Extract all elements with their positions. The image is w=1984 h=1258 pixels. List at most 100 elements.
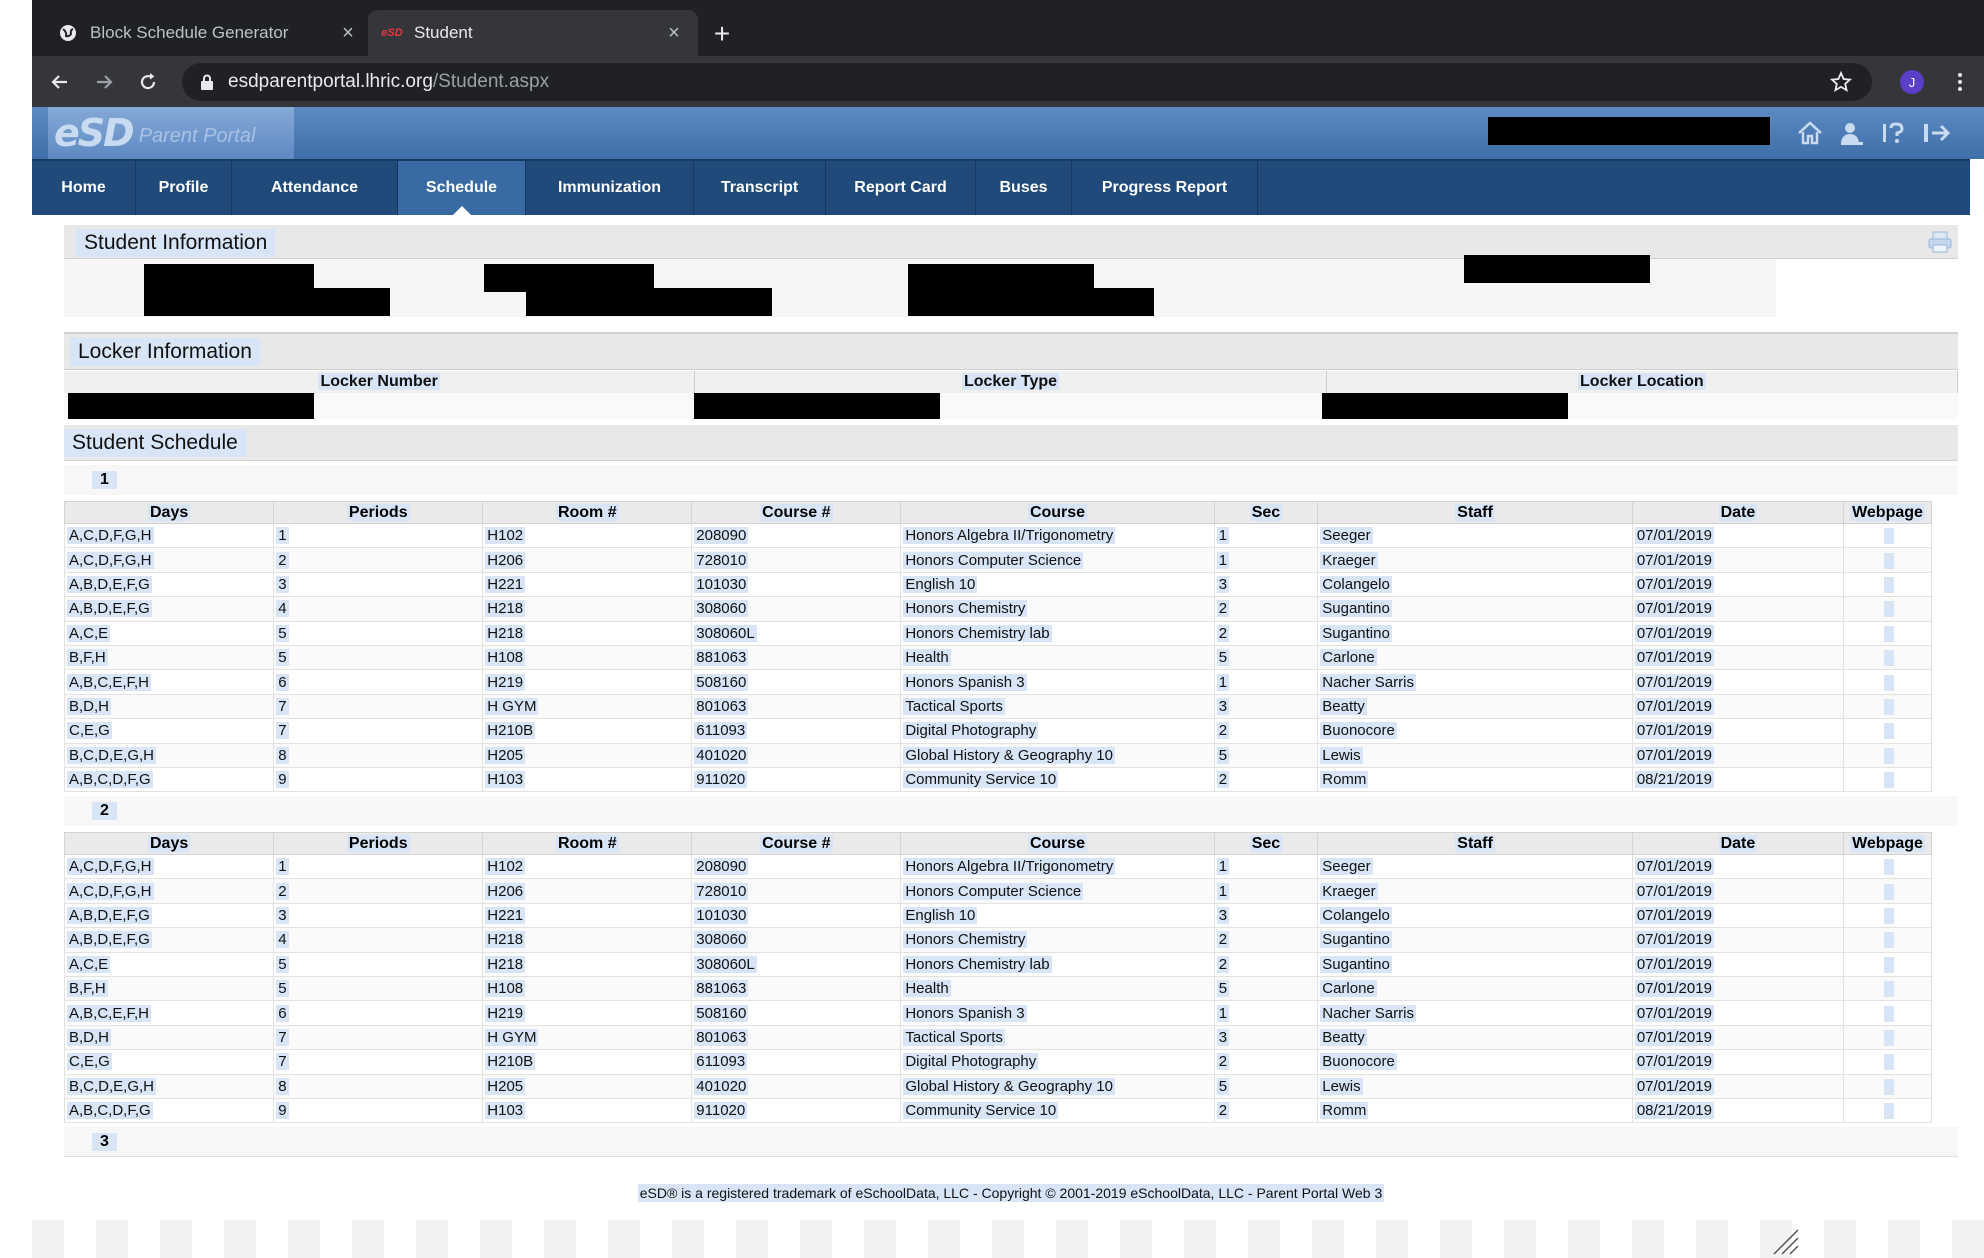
cell-webpage[interactable] bbox=[1843, 571, 1932, 598]
webpage-link-icon[interactable] bbox=[1883, 956, 1894, 973]
nav-buses[interactable]: Buses bbox=[976, 161, 1072, 215]
cell-days: A,C,D,F,G,H bbox=[63, 853, 275, 880]
cell-course: English 10 bbox=[900, 902, 1215, 929]
cell-staff: Buonocore bbox=[1317, 1049, 1633, 1075]
cell-section: 2 bbox=[1213, 766, 1319, 793]
webpage-link-icon[interactable] bbox=[1883, 932, 1894, 949]
column-header-staff: Staff bbox=[1317, 501, 1633, 524]
cell-date: 07/01/2019 bbox=[1631, 718, 1845, 744]
webpage-link-icon[interactable] bbox=[1883, 772, 1894, 789]
resize-grip-icon[interactable] bbox=[1770, 1228, 1800, 1256]
cell-periods: 9 bbox=[273, 1097, 484, 1124]
student-profile-icon[interactable] bbox=[1838, 119, 1866, 147]
cell-periods: 1 bbox=[273, 522, 484, 549]
nav-report-card[interactable]: Report Card bbox=[826, 161, 976, 215]
cell-webpage[interactable] bbox=[1843, 1024, 1932, 1051]
home-icon[interactable] bbox=[1796, 119, 1824, 147]
cell-webpage[interactable] bbox=[1843, 853, 1932, 880]
nav-transcript[interactable]: Transcript bbox=[694, 161, 826, 215]
cell-webpage[interactable] bbox=[1843, 927, 1932, 953]
cell-webpage[interactable] bbox=[1843, 644, 1932, 671]
webpage-link-icon[interactable] bbox=[1883, 1103, 1894, 1120]
webpage-link-icon[interactable] bbox=[1883, 601, 1894, 618]
webpage-link-icon[interactable] bbox=[1883, 576, 1894, 593]
cell-webpage[interactable] bbox=[1843, 951, 1932, 977]
close-tab-icon[interactable]: × bbox=[338, 22, 358, 44]
nav-attendance[interactable]: Attendance bbox=[232, 161, 398, 215]
logo-mark: eSD bbox=[54, 111, 135, 155]
cell-webpage[interactable] bbox=[1843, 902, 1932, 929]
cell-course: Digital Photography bbox=[900, 1049, 1215, 1075]
webpage-link-icon[interactable] bbox=[1883, 981, 1894, 998]
column-header-section: Sec bbox=[1213, 501, 1319, 524]
webpage-link-icon[interactable] bbox=[1883, 698, 1894, 715]
webpage-link-icon[interactable] bbox=[1883, 859, 1894, 876]
webpage-link-icon[interactable] bbox=[1883, 883, 1894, 900]
webpage-link-icon[interactable] bbox=[1883, 674, 1894, 691]
close-tab-icon[interactable]: × bbox=[664, 22, 684, 44]
cell-periods: 5 bbox=[273, 951, 484, 977]
cell-date: 07/01/2019 bbox=[1631, 522, 1845, 549]
cell-webpage[interactable] bbox=[1843, 1049, 1932, 1075]
webpage-link-icon[interactable] bbox=[1883, 552, 1894, 569]
cell-periods: 2 bbox=[273, 547, 484, 573]
table-row: C,E,G 7 H210B 611093 Digital Photography 2 Buo… bbox=[63, 1049, 1932, 1075]
bookmark-star-icon[interactable] bbox=[1829, 70, 1853, 99]
back-icon[interactable] bbox=[44, 66, 76, 98]
cell-webpage[interactable] bbox=[1843, 693, 1932, 720]
webpage-link-icon[interactable] bbox=[1883, 625, 1894, 642]
webpage-link-icon[interactable] bbox=[1883, 650, 1894, 667]
nav-immunization[interactable]: Immunization bbox=[526, 161, 694, 215]
cell-webpage[interactable] bbox=[1843, 596, 1932, 622]
help-icon[interactable] bbox=[1880, 119, 1908, 147]
cell-staff: Sugantino bbox=[1317, 596, 1633, 622]
cell-webpage[interactable] bbox=[1843, 718, 1932, 744]
cell-periods: 4 bbox=[273, 596, 484, 622]
nav-home[interactable]: Home bbox=[32, 161, 136, 215]
nav-profile[interactable]: Profile bbox=[136, 161, 232, 215]
nav-progress-report[interactable]: Progress Report bbox=[1072, 161, 1258, 215]
cell-webpage[interactable] bbox=[1843, 669, 1932, 695]
webpage-link-icon[interactable] bbox=[1883, 1005, 1894, 1022]
nav-schedule[interactable]: Schedule bbox=[398, 161, 526, 216]
browser-menu-icon[interactable] bbox=[1946, 68, 1974, 96]
column-header-course-number: Course # bbox=[691, 832, 902, 855]
cell-webpage[interactable] bbox=[1843, 1000, 1932, 1026]
cell-webpage[interactable] bbox=[1843, 620, 1932, 646]
cell-room: H219 bbox=[482, 669, 693, 695]
logout-icon[interactable] bbox=[1922, 119, 1950, 147]
forward-icon[interactable] bbox=[88, 66, 120, 98]
webpage-link-icon[interactable] bbox=[1883, 1029, 1894, 1046]
tab-student[interactable]: eSD Student × bbox=[368, 10, 698, 56]
cell-course-number: 101030 bbox=[691, 902, 902, 929]
cell-webpage[interactable] bbox=[1843, 1097, 1932, 1124]
webpage-link-icon[interactable] bbox=[1883, 747, 1894, 764]
cell-periods: 4 bbox=[273, 927, 484, 953]
cell-webpage[interactable] bbox=[1843, 975, 1932, 1002]
cell-section: 5 bbox=[1213, 644, 1319, 671]
print-icon[interactable] bbox=[1928, 231, 1952, 258]
cell-webpage[interactable] bbox=[1843, 1073, 1932, 1099]
cell-date: 07/01/2019 bbox=[1631, 1073, 1845, 1099]
webpage-link-icon[interactable] bbox=[1883, 907, 1894, 924]
cell-webpage[interactable] bbox=[1843, 878, 1932, 904]
reload-icon[interactable] bbox=[132, 66, 164, 98]
webpage-link-icon[interactable] bbox=[1883, 528, 1894, 545]
webpage-link-icon[interactable] bbox=[1883, 1054, 1894, 1071]
cell-date: 07/01/2019 bbox=[1631, 878, 1845, 904]
cell-webpage[interactable] bbox=[1843, 742, 1932, 768]
tab-block-schedule-generator[interactable]: Block Schedule Generator × bbox=[44, 10, 372, 56]
lock-icon[interactable] bbox=[200, 74, 214, 90]
new-tab-button[interactable]: + bbox=[706, 18, 738, 50]
cell-webpage[interactable] bbox=[1843, 766, 1932, 793]
webpage-link-icon[interactable] bbox=[1883, 1078, 1894, 1095]
locker-info-bar: Locker Information bbox=[64, 332, 1958, 370]
cell-webpage[interactable] bbox=[1843, 547, 1932, 573]
cell-course-number: 508160 bbox=[691, 669, 902, 695]
profile-avatar[interactable]: J bbox=[1900, 70, 1924, 94]
esd-logo[interactable]: eSD Parent Portal bbox=[48, 107, 294, 159]
cell-date: 07/01/2019 bbox=[1631, 693, 1845, 720]
address-bar[interactable]: esdparentportal.lhric.org/Student.aspx bbox=[182, 63, 1872, 101]
cell-webpage[interactable] bbox=[1843, 522, 1932, 549]
webpage-link-icon[interactable] bbox=[1883, 723, 1894, 740]
